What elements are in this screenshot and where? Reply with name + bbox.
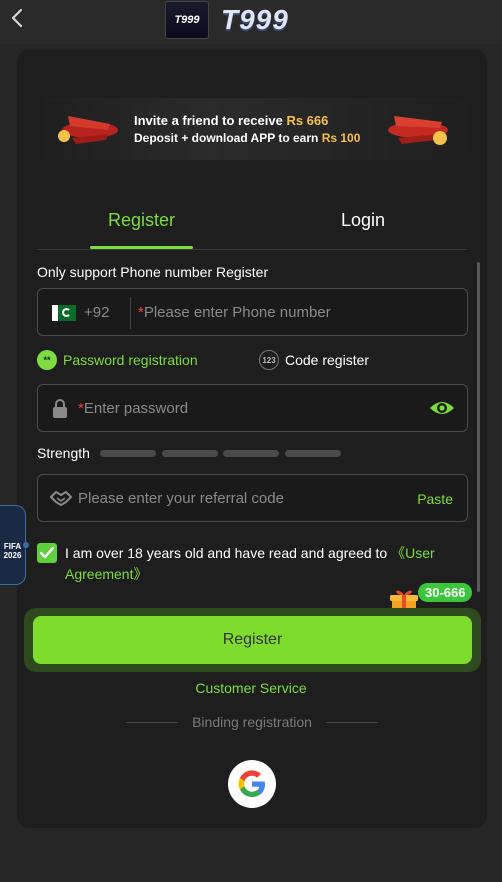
register-button[interactable]: Register xyxy=(33,616,472,664)
password-field[interactable]: *Enter password xyxy=(37,384,468,432)
fifa-label: FIFA xyxy=(3,542,22,551)
promo-banner[interactable]: Invite a friend to receive Rs 666 Deposi… xyxy=(42,98,466,160)
banner-line1-amount: Rs 666 xyxy=(286,113,329,128)
lock-icon xyxy=(53,399,67,418)
password-placeholder: Enter password xyxy=(83,400,189,417)
banner-line1-text: Invite a friend to receive xyxy=(134,113,287,128)
handshake-icon xyxy=(50,491,72,506)
strength-bar-1 xyxy=(100,450,156,457)
eye-icon[interactable] xyxy=(429,398,455,418)
badge-handle xyxy=(23,542,29,548)
strength-bar-2 xyxy=(162,450,218,457)
divider-line xyxy=(325,721,379,723)
tab-register[interactable]: Register xyxy=(108,210,175,231)
strength-label: Strength xyxy=(37,445,90,461)
divider xyxy=(130,297,131,329)
banner-headline: Invite a friend to receive Rs 666 xyxy=(134,113,328,128)
promo-badge: 30-666 xyxy=(418,583,473,602)
strength-bar-4 xyxy=(285,450,341,457)
phone-input[interactable]: *Please enter Phone number xyxy=(138,304,331,321)
code-register-option[interactable]: 123 Code register xyxy=(259,350,369,370)
logo-badge: T999 xyxy=(165,1,209,39)
plane-right-icon xyxy=(388,116,448,145)
logo-text: T999 xyxy=(221,4,289,35)
agreement-text: I am over 18 years old and have read and… xyxy=(65,543,470,585)
code-mode-label: Code register xyxy=(285,352,370,368)
google-login-button[interactable] xyxy=(228,760,276,808)
section-label: Only support Phone number Register xyxy=(37,264,269,280)
google-icon xyxy=(238,770,265,797)
paste-button[interactable]: Paste xyxy=(417,491,453,507)
checkmark-icon xyxy=(40,547,54,559)
tab-divider xyxy=(37,249,467,250)
banner-line2-text: Deposit + download APP to earn xyxy=(134,131,322,145)
password-mode-label: Password registration xyxy=(63,352,198,368)
fifa-year: 2026 xyxy=(3,551,22,560)
fifa-side-badge[interactable]: FIFA 2026 xyxy=(0,505,29,585)
password-registration-option[interactable]: ** Password registration xyxy=(37,350,198,370)
pakistan-flag-icon xyxy=(52,305,76,321)
register-card xyxy=(17,50,487,828)
agreement-checkbox[interactable] xyxy=(37,543,57,563)
binding-divider: Binding registration xyxy=(126,714,379,730)
password-input[interactable]: *Enter password xyxy=(78,400,188,417)
customer-service-link[interactable]: Customer Service xyxy=(0,680,502,696)
banner-subline: Deposit + download APP to earn Rs 100 xyxy=(134,131,360,145)
referral-input[interactable]: Please enter your referral code xyxy=(78,490,284,507)
strength-bar-3 xyxy=(223,450,279,457)
top-bar: T999 T999 xyxy=(0,0,502,44)
password-mode-icon: ** xyxy=(37,350,57,370)
t999-logo: T999 T999 xyxy=(165,0,340,40)
back-button[interactable] xyxy=(8,6,28,30)
chevron-left-icon xyxy=(11,8,23,28)
scrollbar[interactable] xyxy=(477,262,480,592)
tab-login[interactable]: Login xyxy=(341,210,385,231)
plane-left-icon xyxy=(58,116,118,144)
banner-line2-amount: Rs 100 xyxy=(321,131,361,145)
phone-placeholder: Please enter Phone number xyxy=(143,304,331,321)
divider-line xyxy=(126,721,179,723)
binding-label: Binding registration xyxy=(192,714,312,730)
referral-field[interactable]: Please enter your referral code Paste xyxy=(37,474,468,522)
code-mode-icon: 123 xyxy=(259,350,279,370)
agreement-statement: I am over 18 years old and have read and… xyxy=(65,545,392,561)
country-code[interactable]: +92 xyxy=(84,304,109,321)
phone-field[interactable]: +92 *Please enter Phone number xyxy=(37,288,468,336)
